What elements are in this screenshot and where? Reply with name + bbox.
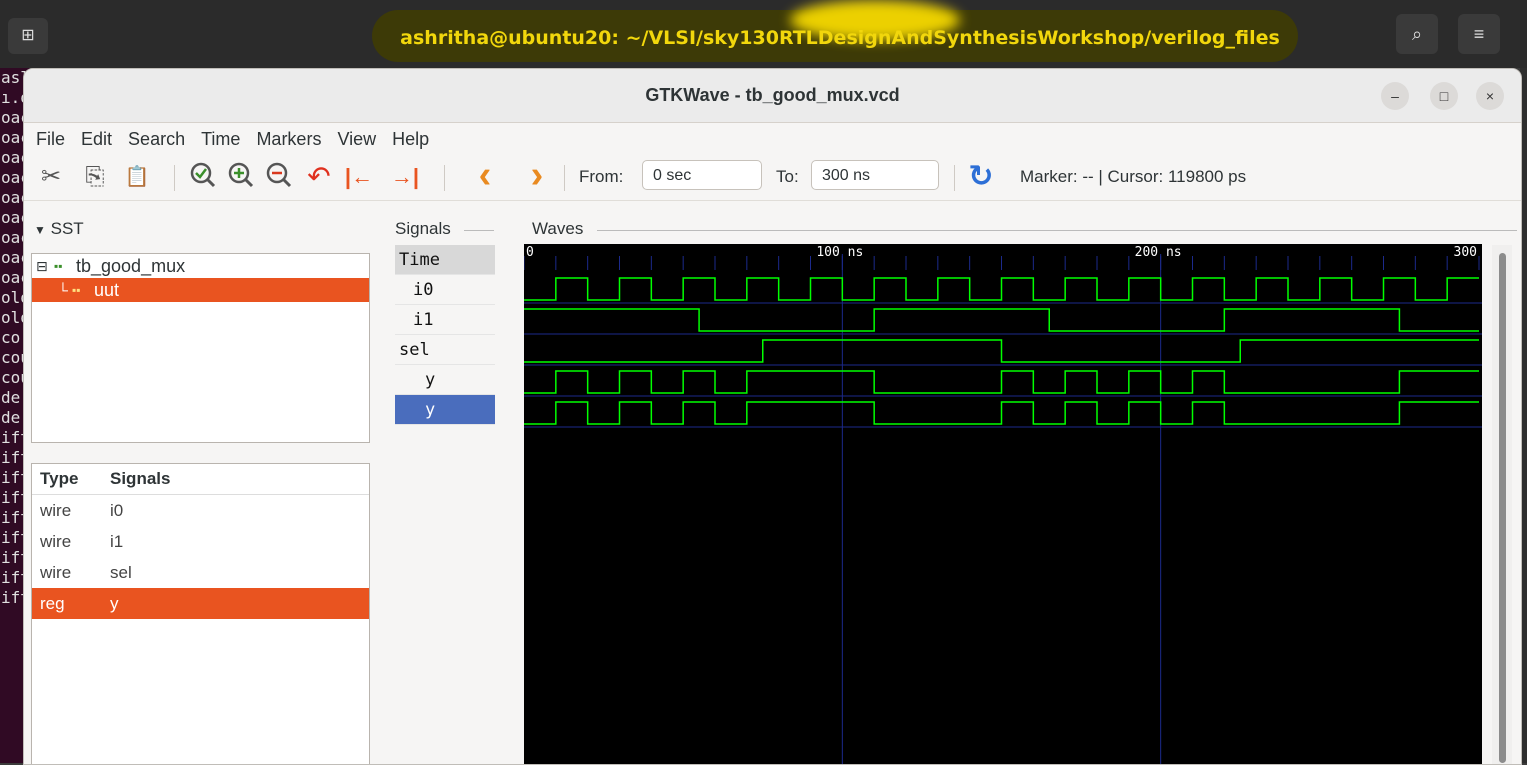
zoom-out-glyph xyxy=(266,162,292,188)
table-row[interactable]: wire i0 xyxy=(32,495,369,526)
table-row[interactable]: reg y xyxy=(32,588,369,619)
signals-list[interactable]: Time i0 i1 sel y y xyxy=(395,245,495,764)
tree-item-uut[interactable]: └ ▪▪ uut xyxy=(32,278,369,302)
signal-item[interactable]: i0 xyxy=(395,275,495,305)
close-icon[interactable]: × xyxy=(1476,82,1504,110)
signal-item[interactable]: y xyxy=(395,365,495,395)
frame-line xyxy=(597,230,1517,231)
row-signal: y xyxy=(110,594,119,613)
menu-time[interactable]: Time xyxy=(201,129,240,150)
row-signal: i1 xyxy=(110,532,124,551)
row-type: wire xyxy=(40,532,72,551)
sst-header[interactable]: ▼ SST xyxy=(34,219,84,239)
row-signal: sel xyxy=(110,563,132,582)
collapse-arrow-icon[interactable]: ▼ xyxy=(34,223,46,237)
signals-column-header[interactable]: Signals xyxy=(110,464,170,494)
toolbar-separator xyxy=(174,165,175,191)
maximize-icon[interactable]: □ xyxy=(1430,82,1458,110)
sst-label: SST xyxy=(50,219,84,238)
row-signal: i0 xyxy=(110,501,124,520)
time-ruler xyxy=(524,244,1482,270)
menu-help[interactable]: Help xyxy=(392,129,429,150)
zoom-fit-glyph xyxy=(190,162,216,188)
time-label: 0 xyxy=(526,245,534,260)
tree-item-tb-good-mux[interactable]: ⊟ ▪▪ tb_good_mux xyxy=(32,254,369,278)
signal-item-selected[interactable]: y xyxy=(395,395,495,425)
to-time-input[interactable]: 300 ns xyxy=(811,160,939,190)
from-time-input[interactable]: 0 sec xyxy=(642,160,762,190)
signal-time-header[interactable]: Time xyxy=(395,245,495,275)
waves-background xyxy=(524,244,1482,764)
menubar: File Edit Search Time Markers View Help xyxy=(24,123,1521,155)
row-type: wire xyxy=(40,563,72,582)
toolbar-separator xyxy=(564,165,565,191)
table-row[interactable]: wire i1 xyxy=(32,526,369,557)
reload-icon[interactable]: ↻ xyxy=(964,161,998,193)
toolbar-separator xyxy=(444,165,445,191)
undo-zoom-icon[interactable]: ↶ xyxy=(302,161,336,193)
module-icon: ▪▪ xyxy=(72,283,81,297)
waveform-canvas[interactable]: 0 100 ns 200 ns 300 xyxy=(524,244,1482,764)
previous-edge-icon[interactable]: ‹ xyxy=(472,156,498,194)
signals-pane-label: Signals xyxy=(395,219,451,238)
tree-item-label: tb_good_mux xyxy=(76,256,186,276)
vertical-scrollbar[interactable] xyxy=(1492,245,1512,764)
terminal-title: ashritha@ubuntu20: ~/VLSI/sky130RTLDesig… xyxy=(400,27,1280,49)
sst-signal-table: Type Signals wire i0 wire i1 wire sel re… xyxy=(31,463,370,764)
menu-view[interactable]: View xyxy=(337,129,376,150)
signal-item[interactable]: sel xyxy=(395,335,495,365)
terminal-titlebar: ⊞ ashritha@ubuntu20: ~/VLSI/sky130RTLDes… xyxy=(0,0,1527,68)
toolbar: ✂ ⎘ 📋 ↶ |← →| ‹ › From: 0 sec To: 300 ns… xyxy=(24,155,1521,201)
new-tab-icon[interactable]: ⊞ xyxy=(8,18,48,54)
copy-icon[interactable]: ⎘ xyxy=(80,161,110,193)
sst-tree[interactable]: ⊟ ▪▪ tb_good_mux └ ▪▪ uut xyxy=(31,253,370,443)
window-titlebar[interactable]: GTKWave - tb_good_mux.vcd – □ × xyxy=(24,69,1521,123)
next-edge-icon[interactable]: › xyxy=(524,156,550,194)
time-label: 100 ns xyxy=(816,245,863,260)
paste-icon[interactable]: 📋 xyxy=(122,161,152,193)
zoom-in-icon[interactable] xyxy=(226,161,256,193)
from-label: From: xyxy=(579,167,624,186)
menu-edit[interactable]: Edit xyxy=(81,129,112,150)
row-type: reg xyxy=(40,594,65,613)
go-to-end-icon[interactable]: →| xyxy=(384,161,426,193)
waves-pane-label: Waves xyxy=(532,219,584,238)
menu-file[interactable]: File xyxy=(36,129,65,150)
row-type: wire xyxy=(40,501,72,520)
frame-line xyxy=(464,230,494,231)
time-label: 200 ns xyxy=(1135,245,1182,260)
window-title: GTKWave - tb_good_mux.vcd xyxy=(645,85,900,105)
table-header: Type Signals xyxy=(32,464,369,495)
zoom-in-glyph xyxy=(228,162,254,188)
go-to-start-icon[interactable]: |← xyxy=(338,161,380,193)
cut-icon[interactable]: ✂ xyxy=(36,161,66,193)
gtkwave-window: GTKWave - tb_good_mux.vcd – □ × File Edi… xyxy=(23,68,1522,765)
hamburger-menu-icon[interactable]: ≡ xyxy=(1458,14,1500,54)
table-row[interactable]: wire sel xyxy=(32,557,369,588)
toolbar-separator xyxy=(954,165,955,191)
scrollbar-thumb[interactable] xyxy=(1499,253,1506,763)
marker-cursor-status: Marker: -- | Cursor: 119800 ps xyxy=(1020,167,1247,186)
minimize-icon[interactable]: – xyxy=(1381,82,1409,110)
tree-item-label: uut xyxy=(94,280,120,300)
menu-markers[interactable]: Markers xyxy=(256,129,321,150)
time-label: 300 xyxy=(1454,245,1477,260)
search-icon[interactable]: ⌕ xyxy=(1396,14,1438,54)
module-icon: ▪▪ xyxy=(54,259,63,273)
signal-item[interactable]: i1 xyxy=(395,305,495,335)
to-label: To: xyxy=(776,167,799,186)
zoom-fit-icon[interactable] xyxy=(188,161,218,193)
expander-icon[interactable]: ⊟ xyxy=(36,254,48,278)
type-column-header[interactable]: Type xyxy=(40,464,78,494)
menu-search[interactable]: Search xyxy=(128,129,185,150)
zoom-out-icon[interactable] xyxy=(264,161,294,193)
tree-branch-icon: └ xyxy=(58,282,68,298)
